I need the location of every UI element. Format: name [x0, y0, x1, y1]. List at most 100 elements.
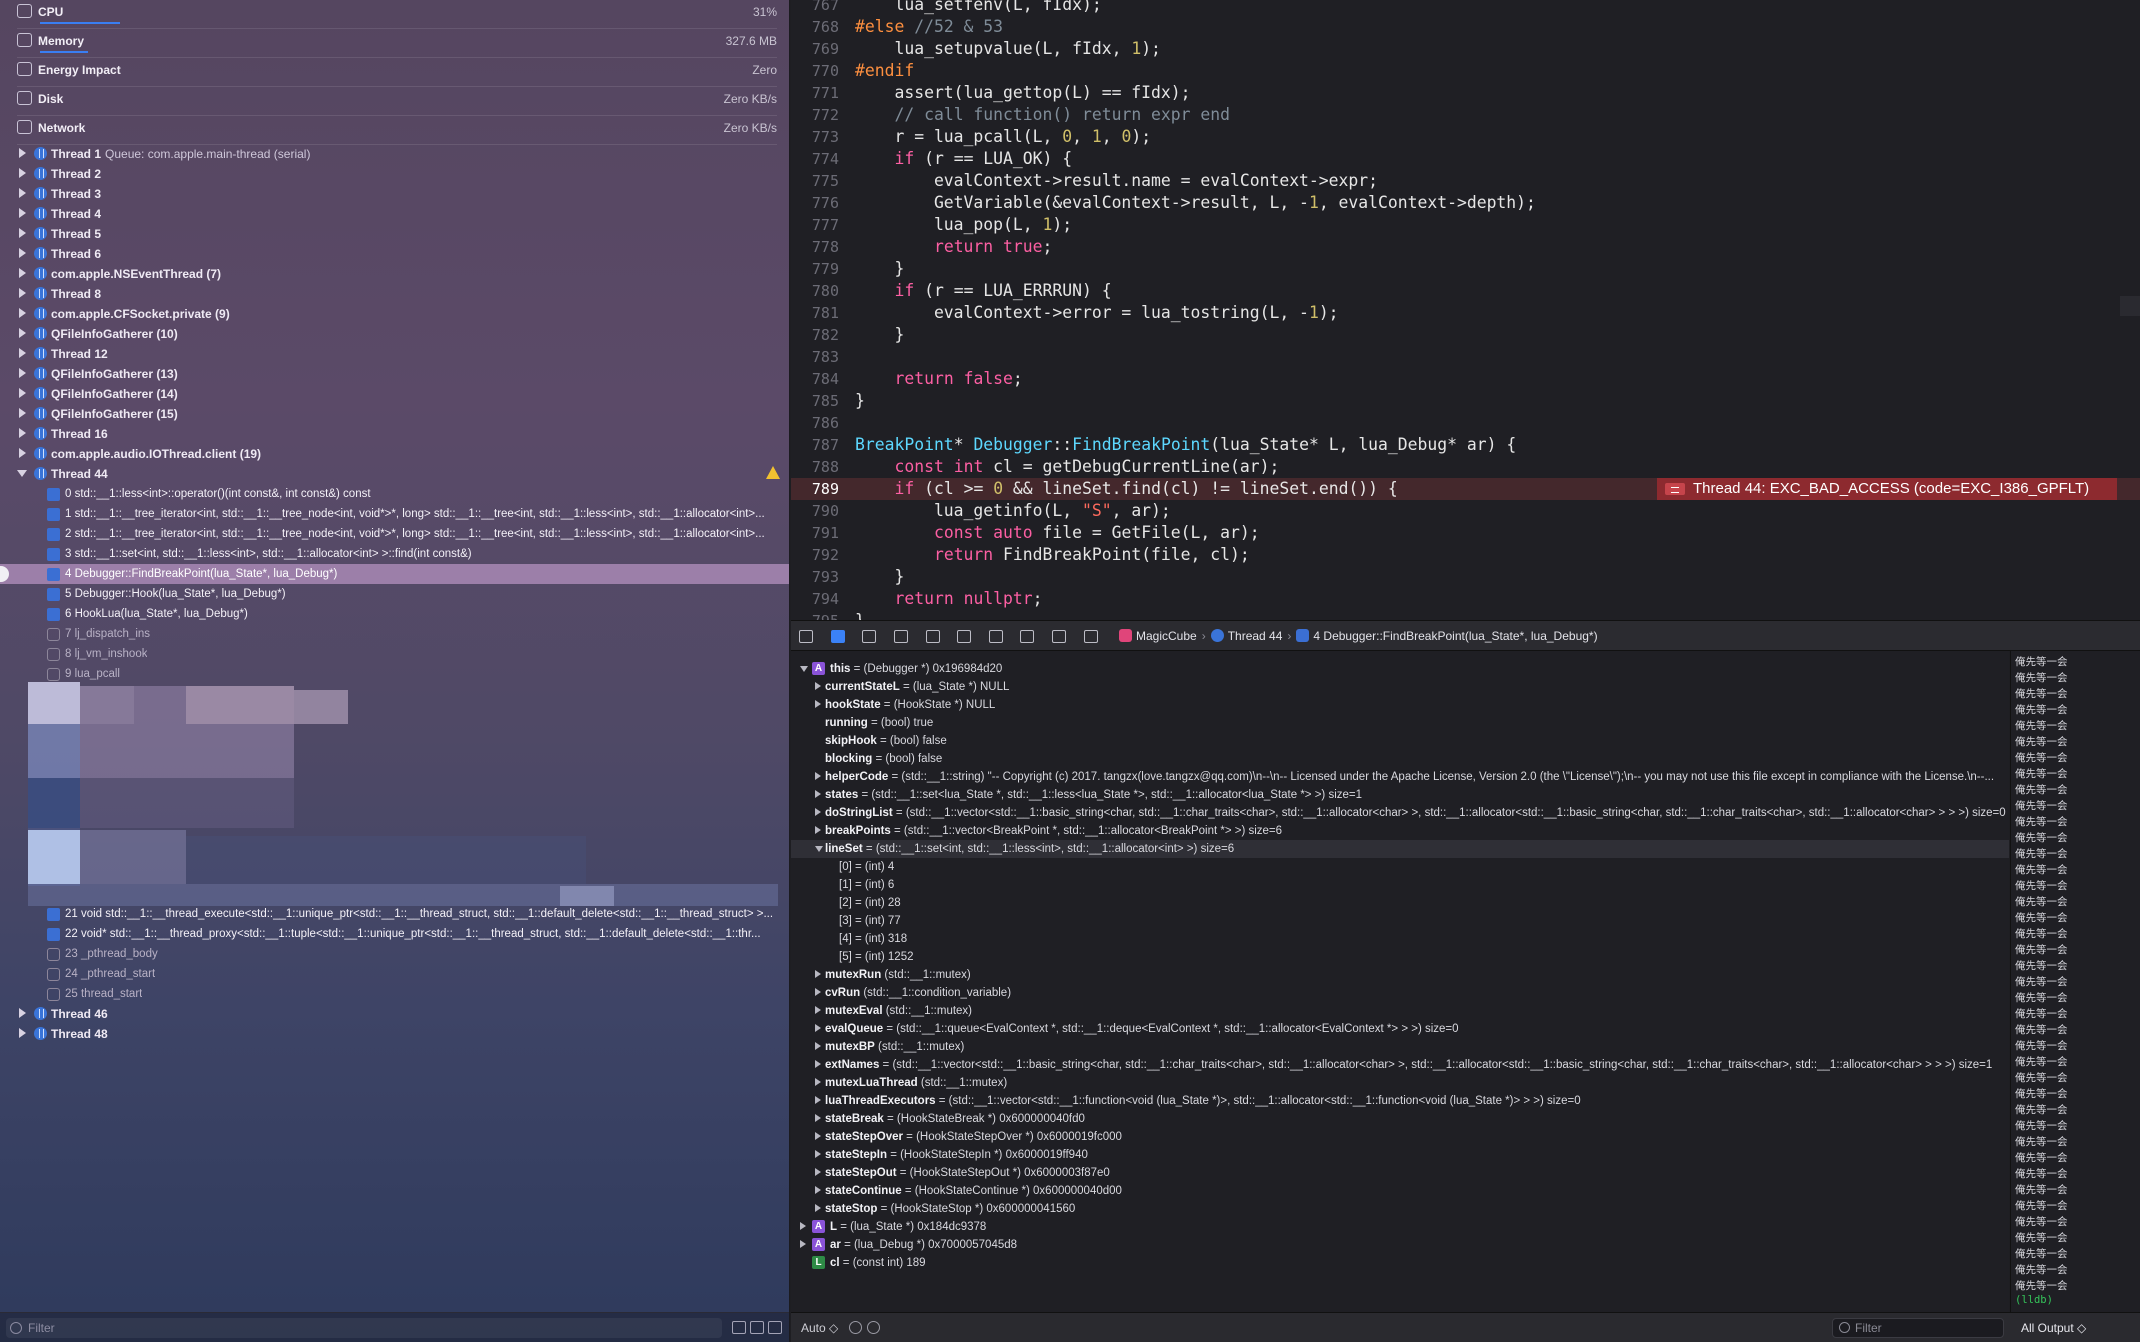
code-line[interactable]: 774 if (r == LUA_OK) { [791, 148, 2140, 170]
memory-graph-icon[interactable] [1020, 630, 1034, 643]
variable-row[interactable]: [0] = (int) 4 [791, 858, 2009, 876]
thread-row[interactable]: Thread 12 [0, 344, 789, 364]
view-hierarchy-icon[interactable] [989, 630, 1003, 643]
variable-row[interactable]: lineSet = (std::__1::set<int, std::__1::… [791, 840, 2009, 858]
disclosure-closed-icon[interactable] [815, 1042, 821, 1050]
output-selector-popup[interactable]: All Output ◇ [2021, 1321, 2086, 1335]
code-line[interactable]: 776 GetVariable(&evalContext->result, L,… [791, 192, 2140, 214]
thread-row[interactable]: com.apple.NSEventThread (7) [0, 264, 789, 284]
step-over-icon[interactable] [894, 630, 908, 643]
disclosure-closed-icon[interactable] [19, 328, 26, 338]
thread-row[interactable]: Thread 4 [0, 204, 789, 224]
disclosure-closed-icon[interactable] [815, 1006, 821, 1014]
variable-row[interactable]: [2] = (int) 28 [791, 894, 2009, 912]
variable-row[interactable]: blocking = (bool) false [791, 750, 2009, 768]
variable-row[interactable]: mutexRun (std::__1::mutex) [791, 966, 2009, 984]
gauge-disk[interactable]: Disk Zero KB/s [0, 87, 789, 116]
disclosure-closed-icon[interactable] [815, 1060, 821, 1068]
disclosure-closed-icon[interactable] [19, 268, 26, 278]
code-line[interactable]: 787 BreakPoint* Debugger::FindBreakPoint(… [791, 434, 2140, 456]
variable-row[interactable]: stateStepOut = (HookStateStepOut *) 0x60… [791, 1164, 2009, 1182]
variable-row[interactable]: [1] = (int) 6 [791, 876, 2009, 894]
filter-option-icon[interactable] [768, 1321, 782, 1334]
disclosure-open-icon[interactable] [17, 470, 27, 477]
disclosure-closed-icon[interactable] [19, 1028, 26, 1038]
thread-row[interactable]: Thread 8 [0, 284, 789, 304]
code-line[interactable]: 783 [791, 346, 2140, 368]
code-line[interactable]: 792 return FindBreakPoint(file, cl); [791, 544, 2140, 566]
disclosure-closed-icon[interactable] [815, 1150, 821, 1158]
variable-row[interactable]: currentStateL = (lua_State *) NULL [791, 678, 2009, 696]
disclosure-closed-icon[interactable] [19, 188, 26, 198]
disclosure-closed-icon[interactable] [815, 790, 821, 798]
environment-overrides-icon[interactable] [1052, 630, 1066, 643]
variable-row[interactable]: doStringList = (std::__1::vector<std::__… [791, 804, 2009, 822]
thread-row[interactable]: Thread 44 [0, 464, 789, 484]
console-filter-field[interactable]: Filter [1832, 1318, 2004, 1338]
thread-row[interactable]: Thread 2 [0, 164, 789, 184]
code-line[interactable]: 780 if (r == LUA_ERRRUN) { [791, 280, 2140, 302]
disclosure-closed-icon[interactable] [19, 208, 26, 218]
navigator-filter-field[interactable] [6, 1318, 722, 1338]
thread-row[interactable]: Thread 16 [0, 424, 789, 444]
variable-row[interactable]: extNames = (std::__1::vector<std::__1::b… [791, 1056, 2009, 1074]
disclosure-closed-icon[interactable] [815, 1096, 821, 1104]
disclosure-open-icon[interactable] [815, 846, 823, 852]
eye-icon[interactable] [849, 1321, 862, 1334]
stack-frame[interactable]: 0 std::__1::less<int>::operator()(int co… [0, 484, 789, 504]
disclosure-closed-icon[interactable] [19, 288, 26, 298]
disclosure-closed-icon[interactable] [19, 388, 26, 398]
breakpoints-toggle-icon[interactable] [831, 630, 845, 643]
thread-row[interactable]: Thread 46 [0, 1004, 789, 1024]
disclosure-closed-icon[interactable] [815, 1168, 821, 1176]
code-line[interactable]: 790 lua_getinfo(L, "S", ar); [791, 500, 2140, 522]
disclosure-closed-icon[interactable] [815, 988, 821, 996]
code-line[interactable]: 784 return false; [791, 368, 2140, 390]
thread-row[interactable]: Thread 3 [0, 184, 789, 204]
variable-row[interactable]: [4] = (int) 318 [791, 930, 2009, 948]
disclosure-closed-icon[interactable] [815, 772, 821, 780]
stack-frame[interactable]: 4 Debugger::FindBreakPoint(lua_State*, l… [0, 564, 789, 584]
code-line[interactable]: 782 } [791, 324, 2140, 346]
code-line[interactable]: 795} [791, 610, 2140, 620]
disclosure-closed-icon[interactable] [800, 1240, 806, 1248]
thread-row[interactable]: Thread 6 [0, 244, 789, 264]
thread-row[interactable]: Thread 5 [0, 224, 789, 244]
stack-frame[interactable]: 25 thread_start [0, 984, 789, 1004]
variable-row[interactable]: states = (std::__1::set<lua_State *, std… [791, 786, 2009, 804]
gauge-memory[interactable]: Memory 327.6 MB [0, 29, 789, 58]
breadcrumb-app[interactable]: MagicCube [1136, 629, 1197, 643]
variable-row[interactable]: mutexLuaThread (std::__1::mutex) [791, 1074, 2009, 1092]
variable-row[interactable]: stateBreak = (HookStateBreak *) 0x600000… [791, 1110, 2009, 1128]
code-line[interactable]: 788 const int cl = getDebugCurrentLine(a… [791, 456, 2140, 478]
code-line[interactable]: 773 r = lua_pcall(L, 0, 1, 0); [791, 126, 2140, 148]
gauge-cpu[interactable]: CPU 31% [0, 0, 789, 29]
code-line[interactable]: 775 evalContext->result.name = evalConte… [791, 170, 2140, 192]
code-line[interactable]: 785} [791, 390, 2140, 412]
disclosure-closed-icon[interactable] [19, 148, 26, 158]
simulate-location-icon[interactable] [1084, 630, 1098, 643]
disclosure-closed-icon[interactable] [815, 826, 821, 834]
disclosure-closed-icon[interactable] [19, 348, 26, 358]
code-line[interactable]: 768 #else //52 & 53 [791, 16, 2140, 38]
error-annotation[interactable]: Thread 44: EXC_BAD_ACCESS (code=EXC_I386… [1657, 478, 2117, 500]
variable-row[interactable]: stateStepIn = (HookStateStepIn *) 0x6000… [791, 1146, 2009, 1164]
variable-row[interactable]: mutexBP (std::__1::mutex) [791, 1038, 2009, 1056]
thread-row[interactable]: com.apple.audio.IOThread.client (19) [0, 444, 789, 464]
filter-option-icon[interactable] [750, 1321, 764, 1334]
thread-row[interactable]: Thread 1 Queue: com.apple.main-thread (se… [0, 144, 789, 164]
variable-row[interactable]: evalQueue = (std::__1::queue<EvalContext… [791, 1020, 2009, 1038]
variable-row[interactable]: stateStepOver = (HookStateStepOver *) 0x… [791, 1128, 2009, 1146]
stack-frame[interactable]: 5 Debugger::Hook(lua_State*, lua_Debug*) [0, 584, 789, 604]
disclosure-closed-icon[interactable] [815, 1078, 821, 1086]
variables-scope-popup[interactable]: Auto ◇ [801, 1321, 838, 1335]
stack-frame[interactable]: 2 std::__1::__tree_iterator<int, std::__… [0, 524, 789, 544]
disclosure-closed-icon[interactable] [815, 700, 821, 708]
disclosure-closed-icon[interactable] [19, 228, 26, 238]
stack-frame[interactable]: 8 lj_vm_inshook [0, 644, 789, 664]
variable-row[interactable]: stateContinue = (HookStateContinue *) 0x… [791, 1182, 2009, 1200]
variable-row[interactable]: helperCode = (std::__1::string) "-- Copy… [791, 768, 2009, 786]
disclosure-closed-icon[interactable] [19, 448, 26, 458]
variable-row[interactable]: AL = (lua_State *) 0x184dc9378 [791, 1218, 2009, 1236]
thread-row[interactable]: QFileInfoGatherer (14) [0, 384, 789, 404]
